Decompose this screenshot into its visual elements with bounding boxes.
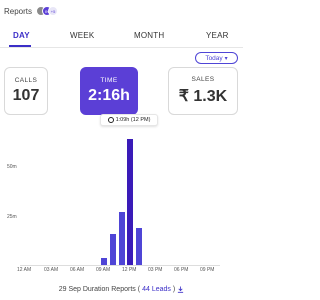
time-value: 2:16h — [88, 87, 130, 104]
tab-day[interactable]: DAY — [13, 31, 30, 40]
chart-bar[interactable] — [135, 228, 142, 265]
tab-year[interactable]: YEAR — [206, 31, 229, 40]
period-dropdown[interactable]: Today ▾ — [195, 52, 238, 64]
y-tick-label: 50m — [7, 164, 17, 170]
x-tick-label: 06 PM — [174, 267, 189, 273]
x-tick-label: 09 AM — [96, 267, 111, 273]
sales-value: ₹ 1.3K — [178, 88, 228, 105]
x-tick-label: 12 PM — [122, 267, 137, 273]
avatar-group[interactable]: IN +5 — [36, 6, 59, 16]
chart-bar[interactable] — [127, 139, 134, 265]
active-tab-indicator — [9, 45, 31, 47]
sales-stat-card[interactable]: SALES ₹ 1.3K — [168, 67, 238, 115]
calls-label: CALLS — [14, 77, 38, 84]
duration-bar-chart: 50m 25m 12 AM 03 AM 06 AM 09 AM 12 PM 03… — [0, 126, 243, 274]
tab-week[interactable]: WEEK — [70, 31, 94, 40]
calls-stat-card[interactable]: CALLS 107 — [4, 67, 48, 115]
chart-bar[interactable] — [101, 258, 108, 265]
period-tabs: DAY WEEK MONTH YEAR — [0, 28, 243, 48]
y-tick-label: 25m — [7, 214, 17, 220]
reports-header: Reports IN +5 — [4, 4, 59, 18]
chart-bar[interactable] — [110, 234, 116, 265]
time-label: TIME — [100, 77, 118, 84]
time-stat-card[interactable]: TIME 2:16h — [80, 67, 138, 115]
x-tick-label: 03 PM — [148, 267, 163, 273]
chart-bar[interactable] — [118, 212, 125, 265]
avatar-count-badge[interactable]: +5 — [48, 6, 59, 16]
x-tick-label: 06 AM — [70, 267, 85, 273]
tab-month[interactable]: MONTH — [134, 31, 164, 40]
x-axis-line — [20, 265, 220, 266]
x-tick-label: 09 PM — [200, 267, 215, 273]
x-tick-label: 12 AM — [17, 267, 32, 273]
leads-link[interactable]: 44 Leads — [142, 286, 171, 293]
bar-tooltip: 1:09h (12 PM) — [100, 114, 158, 126]
paren-close: ) — [172, 285, 176, 293]
paren-open: ( — [137, 285, 141, 293]
sales-label: SALES — [191, 76, 215, 83]
download-icon[interactable] — [177, 285, 184, 293]
report-summary: 29 Sep Duration Reports — [58, 285, 136, 293]
tooltip-text: 1:09h (12 PM) — [115, 117, 151, 123]
report-footer: 29 Sep Duration Reports ( 44 Leads ) — [0, 283, 243, 295]
chevron-down-icon: ▾ — [224, 55, 228, 62]
clock-icon — [107, 117, 114, 123]
x-tick-label: 03 AM — [44, 267, 59, 273]
calls-value: 107 — [12, 87, 40, 104]
period-dropdown-label: Today — [205, 54, 223, 62]
page-title: Reports — [4, 6, 33, 16]
